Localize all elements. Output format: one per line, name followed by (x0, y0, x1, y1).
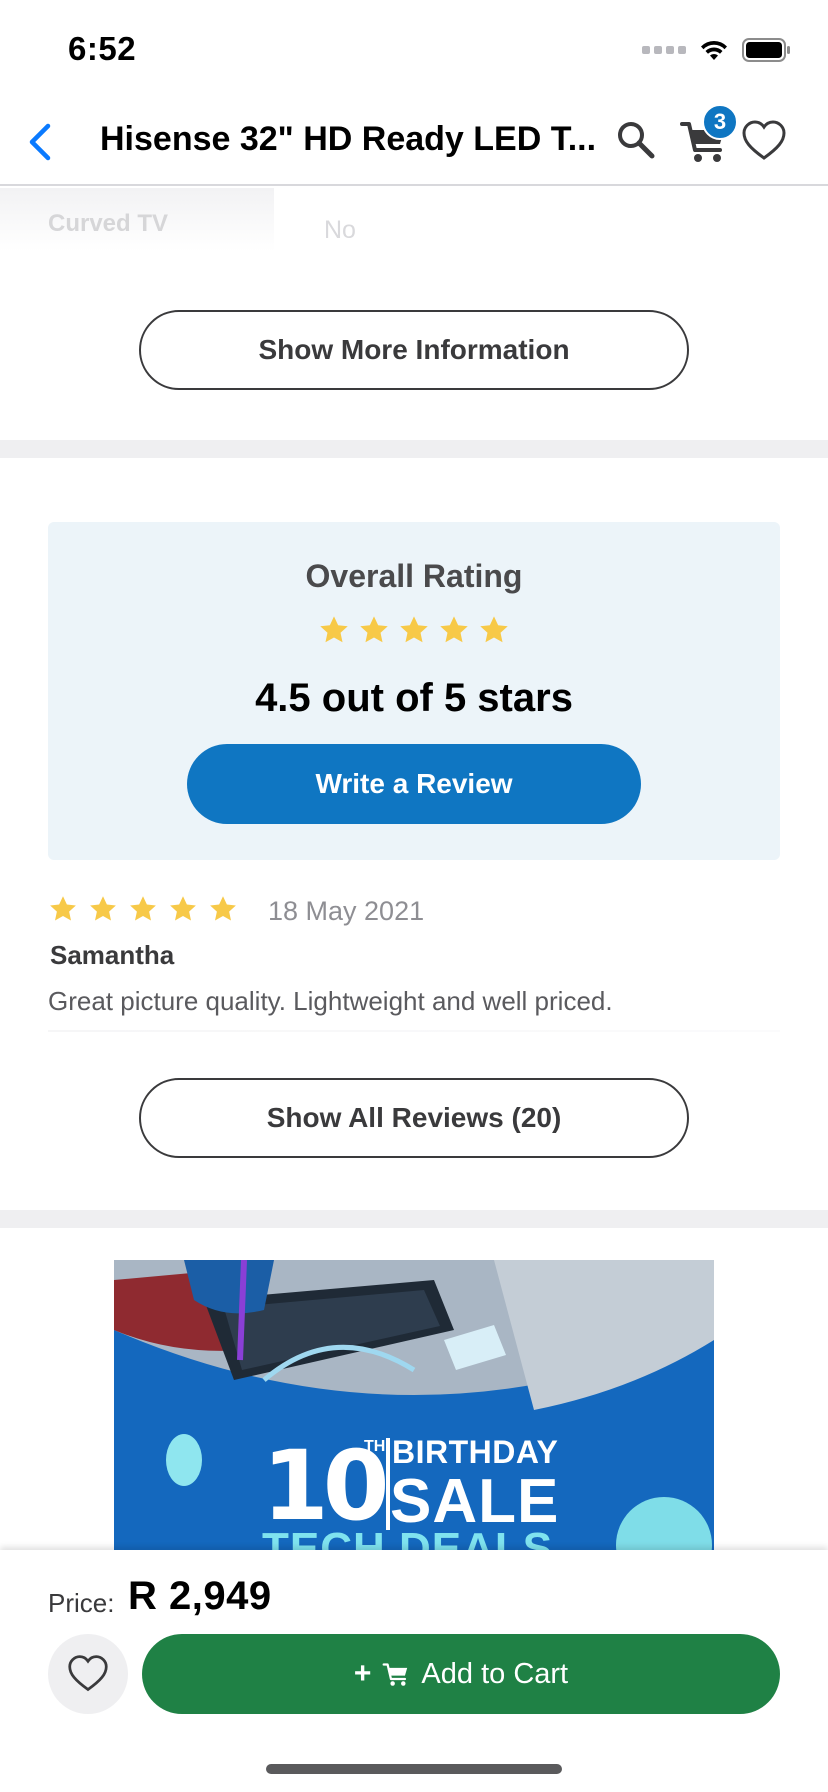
battery-icon (742, 38, 790, 62)
banner-line3: TECH DEALS (262, 1524, 554, 1550)
section-divider (0, 1210, 828, 1228)
add-to-cart-label: Add to Cart (421, 1657, 569, 1690)
heart-icon (68, 1655, 108, 1692)
show-more-information-button[interactable]: Show More Information (139, 310, 689, 390)
review-date: 18 May 2021 (268, 896, 425, 926)
star-icon (170, 896, 196, 921)
rating-summary: 4.5 out of 5 stars (255, 676, 573, 720)
review-body: Great picture quality. Lightweight and w… (48, 986, 613, 1016)
section-divider (0, 440, 828, 458)
home-indicator[interactable] (266, 1764, 562, 1774)
star-icon (400, 616, 428, 643)
add-to-wishlist-button[interactable] (48, 1634, 128, 1714)
star-icon (440, 616, 468, 643)
price-label: Price: (48, 1588, 115, 1618)
star-icon (360, 616, 388, 643)
status-time: 6:52 (68, 30, 137, 67)
status-icons (642, 36, 792, 64)
signal-icon (642, 46, 686, 54)
status-bar: 6:52 (0, 0, 828, 96)
spec-label: Curved TV (48, 210, 169, 237)
add-to-cart-button[interactable]: + Add to Cart (142, 1634, 780, 1714)
spec-value: No (324, 216, 356, 244)
review-separator (48, 1030, 780, 1032)
cart-count-badge: 3 (702, 104, 738, 140)
page-title: Hisense 32" HD Ready LED T... (100, 120, 597, 158)
wifi-icon (701, 40, 727, 60)
nav-header: Hisense 32" HD Ready LED T... 3 (0, 96, 828, 186)
star-icon (480, 616, 508, 643)
star-icon (210, 896, 236, 921)
rating-heading: Overall Rating (305, 558, 523, 594)
star-icon (130, 896, 156, 921)
spec-label-cell: Curved TV (0, 188, 274, 252)
review-author: Samantha (50, 940, 175, 970)
cart-icon (382, 1663, 408, 1686)
spec-row: Curved TV No (0, 188, 828, 260)
plus-icon: + (353, 1657, 372, 1690)
back-chevron-icon[interactable] (22, 120, 62, 164)
banner-superscript: TH (364, 1438, 386, 1455)
review-item: 18 May 2021 Samantha Great picture quali… (48, 890, 780, 1050)
star-icon (320, 616, 348, 643)
overall-rating-stars (48, 614, 780, 646)
banner-text: 10 TH BIRTHDAY SALE TECH DEALS (114, 1260, 714, 1550)
price-value: R 2,949 (128, 1574, 272, 1618)
promo-banner[interactable]: 10 TH BIRTHDAY SALE TECH DEALS (114, 1260, 714, 1550)
star-icon (90, 896, 116, 921)
review-stars (48, 894, 238, 924)
star-icon (50, 896, 76, 921)
bottom-purchase-bar: Price: R 2,949 + Add to Cart (0, 1550, 828, 1792)
show-all-reviews-button[interactable]: Show All Reviews (20) (139, 1078, 689, 1158)
overall-rating-card: Overall Rating 4.5 out of 5 stars Write … (48, 522, 780, 860)
heart-icon[interactable] (740, 118, 788, 164)
search-icon[interactable] (614, 118, 658, 162)
write-review-button[interactable]: Write a Review (187, 744, 641, 824)
